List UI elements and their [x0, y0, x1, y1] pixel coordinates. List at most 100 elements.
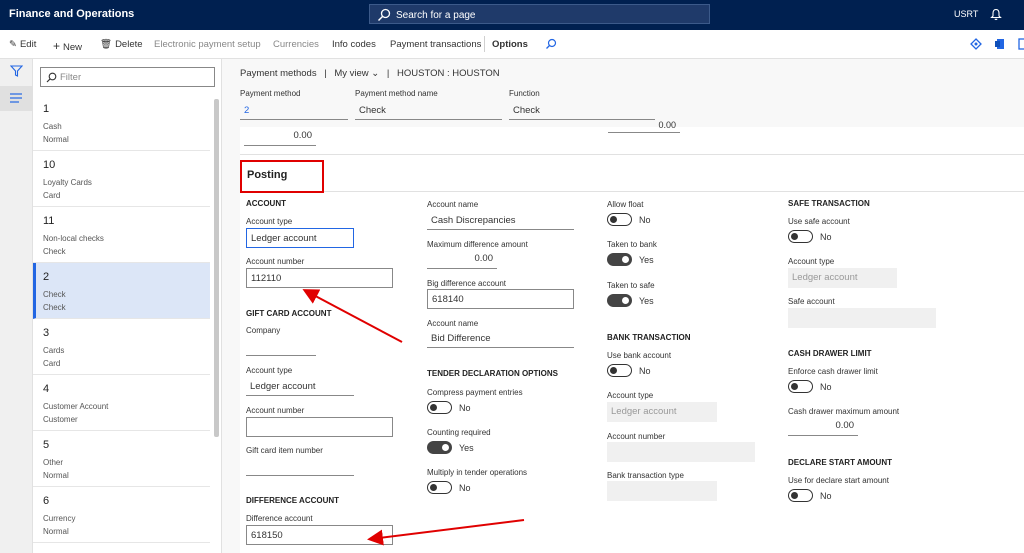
user-company[interactable]: USRT — [954, 9, 978, 19]
office-icon[interactable] — [994, 38, 1006, 50]
delete-button[interactable]: 🗑 Delete — [100, 39, 143, 50]
attach-icon[interactable] — [1017, 38, 1024, 50]
company-field[interactable] — [246, 339, 316, 356]
bell-icon[interactable] — [990, 8, 1002, 21]
enforce-limit-value: No — [820, 382, 832, 392]
use-safe-account-toggle[interactable] — [788, 230, 813, 243]
drawer-max-amount-label: Cash drawer maximum amount — [788, 407, 900, 416]
bank-account-type-label: Account type — [607, 391, 654, 400]
list-item-name: Non-local checks — [43, 234, 104, 243]
edit-button[interactable]: ✎ Edit — [9, 39, 36, 50]
gift-card-account-heading: GIFT CARD ACCOUNT — [246, 309, 332, 318]
safe-transaction-heading: SAFE TRANSACTION — [788, 199, 870, 208]
breadcrumb: Payment methods | My view ⌄ | HOUSTON : … — [240, 68, 500, 79]
list-scrollbar[interactable] — [214, 99, 219, 437]
gift-account-type-select[interactable]: Ledger account — [246, 379, 354, 396]
electronic-payment-setup-button[interactable]: Electronic payment setup — [154, 39, 261, 50]
allow-float-toggle[interactable] — [607, 213, 632, 226]
list-item[interactable]: 3 Cards Card — [33, 319, 210, 375]
compress-toggle[interactable] — [427, 401, 452, 414]
action-pane: ✎ Edit + New 🗑 Delete Electronic payment se… — [0, 30, 1024, 59]
list-item[interactable]: 11 Non-local checks Check — [33, 207, 210, 263]
list-item-id: 3 — [43, 327, 50, 339]
cash-drawer-limit-heading: CASH DRAWER LIMIT — [788, 349, 872, 358]
list-item-function: Normal — [43, 527, 69, 536]
safe-account-type-field: Ledger account — [788, 268, 897, 288]
use-bank-account-toggle[interactable] — [607, 364, 632, 377]
page-search[interactable]: Search for a page — [369, 4, 710, 24]
big-difference-account-field[interactable]: 618140 — [427, 289, 574, 309]
taken-to-bank-value: Yes — [639, 255, 654, 265]
breadcrumb-separator: | — [324, 68, 327, 79]
info-codes-button[interactable]: Info codes — [332, 39, 376, 50]
account-heading: ACCOUNT — [246, 199, 286, 208]
list-item[interactable]: 10 Loyalty Cards Card — [33, 151, 210, 207]
gift-card-item-field[interactable] — [246, 459, 354, 476]
list-item-id: 11 — [43, 215, 55, 227]
previous-amount-field-2[interactable]: 0.00 — [608, 121, 680, 133]
list-item[interactable]: 6 Currency Normal — [33, 487, 210, 543]
list-item-id: 6 — [43, 495, 50, 507]
safe-account-label: Safe account — [788, 297, 835, 306]
list-item[interactable]: 2 Check Check — [33, 263, 210, 319]
app-title[interactable]: Finance and Operations — [9, 8, 134, 20]
list-item-name: Customer Account — [43, 402, 109, 411]
posting-section-title[interactable]: Posting — [247, 169, 287, 181]
list-item[interactable]: 5 Other Normal — [33, 431, 210, 487]
enforce-limit-label: Enforce cash drawer limit — [788, 367, 878, 376]
pencil-icon: ✎ — [9, 39, 17, 50]
search-icon — [377, 8, 391, 22]
use-safe-account-value: No — [820, 232, 832, 242]
enforce-limit-toggle[interactable] — [788, 380, 813, 393]
account-number-label: Account number — [246, 257, 305, 266]
options-tab[interactable]: Options — [492, 39, 528, 50]
list-item[interactable]: 4 Customer Account Customer — [33, 375, 210, 431]
section-divider — [324, 191, 1024, 192]
gift-account-number-field[interactable] — [246, 417, 393, 437]
compress-value: No — [459, 403, 471, 413]
filter-icon[interactable] — [10, 65, 23, 77]
payment-method-field[interactable]: 2 — [240, 103, 348, 120]
taken-to-bank-label: Taken to bank — [607, 240, 657, 249]
list-item-function: Check — [43, 247, 66, 256]
left-rail — [0, 59, 33, 553]
counting-required-value: Yes — [459, 443, 474, 453]
search-icon[interactable] — [545, 38, 557, 50]
account-number-field[interactable]: 112110 — [246, 268, 393, 288]
difference-account-label: Difference account — [246, 514, 313, 523]
diamond-icon[interactable] — [970, 38, 982, 50]
maximum-difference-field[interactable]: 0.00 — [427, 253, 497, 269]
function-field[interactable]: Check — [509, 103, 655, 120]
payment-method-name-field[interactable]: Check — [355, 103, 502, 120]
counting-required-toggle[interactable] — [427, 441, 452, 454]
bank-transaction-heading: BANK TRANSACTION — [607, 333, 691, 342]
breadcrumb-form-name[interactable]: Payment methods — [240, 68, 317, 79]
list-item-id: 4 — [43, 383, 50, 395]
drawer-max-amount-field[interactable]: 0.00 — [788, 420, 858, 436]
breadcrumb-record: HOUSTON : HOUSTON — [397, 68, 500, 79]
filter-placeholder: Filter — [60, 72, 82, 83]
taken-to-safe-toggle[interactable] — [607, 294, 632, 307]
previous-amount-field[interactable]: 0.00 — [244, 130, 316, 146]
difference-account-field[interactable]: 618150 — [246, 525, 393, 545]
breadcrumb-separator: | — [386, 68, 390, 79]
list-view-toggle[interactable] — [0, 86, 33, 111]
bank-account-number-field — [607, 442, 755, 462]
account-name-field: Cash Discrepancies — [427, 213, 574, 230]
filter-input[interactable]: Filter — [40, 67, 215, 87]
currencies-button[interactable]: Currencies — [273, 39, 319, 50]
multiply-value: No — [459, 483, 471, 493]
taken-to-bank-toggle[interactable] — [607, 253, 632, 266]
list-item-id: 10 — [43, 159, 56, 171]
list-item-function: Card — [43, 191, 61, 200]
declare-start-toggle[interactable] — [788, 489, 813, 502]
view-selector[interactable]: My view ⌄ — [334, 68, 379, 79]
trash-icon: 🗑 — [100, 39, 113, 50]
account-type-select[interactable]: Ledger account — [246, 228, 354, 248]
multiply-toggle[interactable] — [427, 481, 452, 494]
list-item[interactable]: 1 Cash Normal — [33, 95, 210, 151]
bank-transaction-type-label: Bank transaction type — [607, 471, 684, 480]
new-button[interactable]: + New — [53, 39, 82, 53]
function-label: Function — [509, 89, 540, 98]
payment-transactions-button[interactable]: Payment transactions — [390, 39, 481, 50]
